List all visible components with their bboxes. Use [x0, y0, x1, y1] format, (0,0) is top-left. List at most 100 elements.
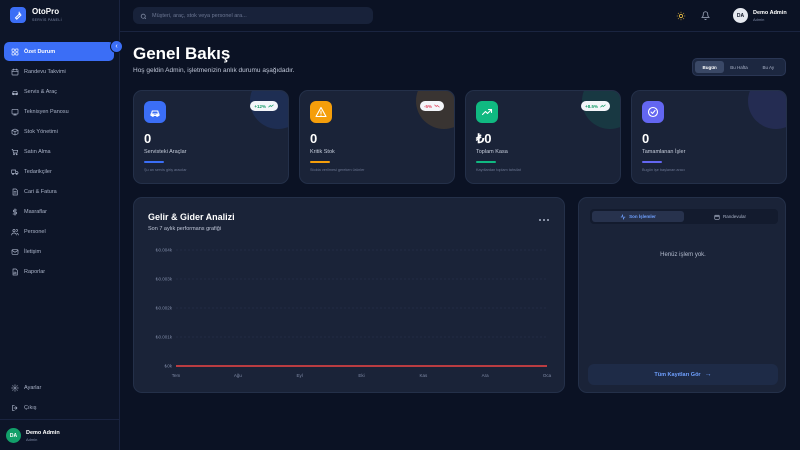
y-tick-label: ₺0.002k: [156, 306, 173, 311]
user-role: Admin: [753, 16, 765, 22]
tab-label: Son İşlemler: [629, 214, 656, 219]
stat-accent-bar: [310, 161, 330, 163]
sidebar-item-label: Tedarikçiler: [24, 168, 52, 175]
stat-label: Servisteki Araçlar: [144, 149, 187, 155]
users-icon: [10, 227, 19, 236]
date-range-tabs: Bugün Bu Hafta Bu Ay: [692, 58, 786, 76]
stat-value: 0: [310, 131, 318, 146]
stat-card[interactable]: +8.5% ₺0 Toplam Kasa Kayıtlardan toplam ta…: [465, 90, 621, 184]
button-label: Tüm Kayıtları Gör: [654, 371, 701, 378]
app-name: OtoPro: [32, 7, 60, 16]
sidebar-item-truck[interactable]: Tedarikçiler: [4, 162, 114, 181]
sidebar-item-car[interactable]: Servis & Araç: [4, 82, 114, 101]
page-subtitle: Hoş geldin Admin, işletmenizin anlık dur…: [133, 67, 295, 74]
stat-note: Stokta verilmesi gereken ürünler: [310, 168, 365, 172]
truck-icon: [10, 167, 19, 176]
x-tick-label: Ara: [482, 373, 490, 378]
sidebar-item-calendar[interactable]: Randevu Takvimi: [4, 62, 114, 81]
bell-icon[interactable]: [700, 10, 711, 21]
logout-icon: [10, 403, 19, 412]
badge-value: -5%: [423, 103, 432, 109]
sidebar-item-mail[interactable]: İletişim: [4, 242, 114, 261]
activity-icon: [620, 213, 626, 220]
page-title: Genel Bakış: [133, 44, 231, 63]
car-icon: [10, 87, 19, 96]
user-name: Demo Admin: [753, 9, 787, 16]
stat-note: Bugün işe başlanan aracı: [642, 168, 685, 172]
topbar: DA Demo Admin Admin: [120, 0, 800, 32]
sidebar-item-label: Teknisyen Panosu: [24, 108, 69, 115]
app-subtitle: SERVİS PANELİ: [32, 18, 62, 22]
calendar-icon: [714, 214, 720, 220]
x-tick-label: Eki: [358, 373, 364, 378]
warning-icon: [310, 101, 332, 123]
box-icon: [10, 127, 19, 136]
sidebar-item-dollar[interactable]: Masraflar: [4, 202, 114, 221]
car-icon: [144, 101, 166, 123]
tab-appointments[interactable]: Randevular: [684, 211, 776, 222]
sidebar-item-gear[interactable]: Ayarlar: [4, 378, 114, 397]
sidebar-item-box[interactable]: Stok Yönetimi: [4, 122, 114, 141]
stat-note: Kayıtlardan toplam tahsilat: [476, 168, 521, 172]
search-box[interactable]: [133, 7, 373, 24]
y-tick-label: ₺0.001k: [156, 335, 173, 340]
activity-panel: Son İşlemler Randevular Henüz işlem yok.…: [578, 197, 786, 393]
grid-icon: [10, 47, 19, 56]
range-tab[interactable]: Bugün: [695, 61, 725, 73]
sidebar-user[interactable]: DA Demo Admin Admin: [6, 428, 60, 443]
range-tab[interactable]: Bu Ay: [754, 61, 783, 73]
trending-up-icon: [600, 104, 606, 108]
x-tick-label: Kas: [419, 373, 428, 378]
range-tab[interactable]: Bu Hafta: [724, 61, 753, 73]
sidebar-item-label: Çıkış: [24, 404, 37, 411]
report-icon: [10, 267, 19, 276]
revenue-expense-chart-panel: Gelir & Gider Analizi Son 7 aylık perfor…: [133, 197, 565, 393]
search-icon: [140, 7, 147, 25]
stat-card[interactable]: -5% 0 Kritik Stok Stokta verilmesi gereken…: [299, 90, 455, 184]
empty-state-text: Henüz işlem yok.: [660, 252, 706, 258]
top-user[interactable]: DA Demo Admin Admin: [733, 8, 787, 23]
stat-note: Şu an servis giriş aracılar: [144, 168, 187, 172]
sidebar-item-label: Stok Yönetimi: [24, 128, 58, 135]
view-all-records-button[interactable]: Tüm Kayıtları Gör →: [588, 364, 778, 385]
line-chart: ₺0.004k ₺0.003k ₺0.002k ₺0.001k ₺0kTem Ağu Eyl…: [156, 248, 552, 379]
sidebar-item-label: Satın Alma: [24, 148, 51, 155]
stat-card[interactable]: 0 Tamamlanan İşler Bugün işe başlanan arac…: [631, 90, 787, 184]
check-circle-icon: [642, 101, 664, 123]
tab-recent-transactions[interactable]: Son İşlemler: [592, 211, 684, 222]
tab-label: Randevular: [722, 214, 746, 219]
sidebar-item-board[interactable]: Teknisyen Panosu: [4, 102, 114, 121]
sidebar-bottom-nav: Ayarlar Çıkış: [4, 378, 114, 418]
stat-label: Kritik Stok: [310, 149, 335, 155]
stat-accent-bar: [144, 161, 164, 163]
sidebar-item-logout[interactable]: Çıkış: [4, 398, 114, 417]
sidebar-item-report[interactable]: Raporlar: [4, 262, 114, 281]
sidebar-item-label: Personel: [24, 228, 46, 235]
activity-tabs: Son İşlemler Randevular: [590, 209, 778, 224]
trending-down-icon: [434, 104, 440, 108]
trend-badge: +12%: [250, 101, 278, 111]
y-tick-label: ₺0k: [164, 364, 172, 369]
stat-card[interactable]: +12% 0 Servisteki Araçlar Şu an servis gir…: [133, 90, 289, 184]
badge-value: +8.5%: [585, 103, 598, 109]
calendar-icon: [10, 67, 19, 76]
stat-value: ₺0: [476, 131, 492, 146]
sidebar-item-users[interactable]: Personel: [4, 222, 114, 241]
sidebar-item-label: Özet Durum: [24, 48, 56, 55]
x-tick-label: Ağu: [234, 373, 243, 378]
brand[interactable]: OtoPro SERVİS PANELİ: [10, 7, 62, 23]
sidebar-item-label: Raporlar: [24, 268, 46, 275]
stat-accent-bar: [642, 161, 662, 163]
trending-up-icon: [268, 104, 274, 108]
search-input[interactable]: [152, 12, 362, 19]
sun-icon[interactable]: [675, 10, 686, 21]
sidebar-item-grid[interactable]: Özet Durum: [4, 42, 114, 61]
sidebar-divider: [0, 419, 120, 420]
x-tick-label: Oca: [543, 373, 552, 378]
x-tick-label: Eyl: [297, 373, 303, 378]
collapse-sidebar-button[interactable]: ‹: [110, 40, 123, 53]
sidebar-item-invoice[interactable]: Cari & Fatura: [4, 182, 114, 201]
sidebar-item-label: Masraflar: [24, 208, 47, 215]
sidebar-item-cart[interactable]: Satın Alma: [4, 142, 114, 161]
avatar: DA: [6, 428, 21, 443]
